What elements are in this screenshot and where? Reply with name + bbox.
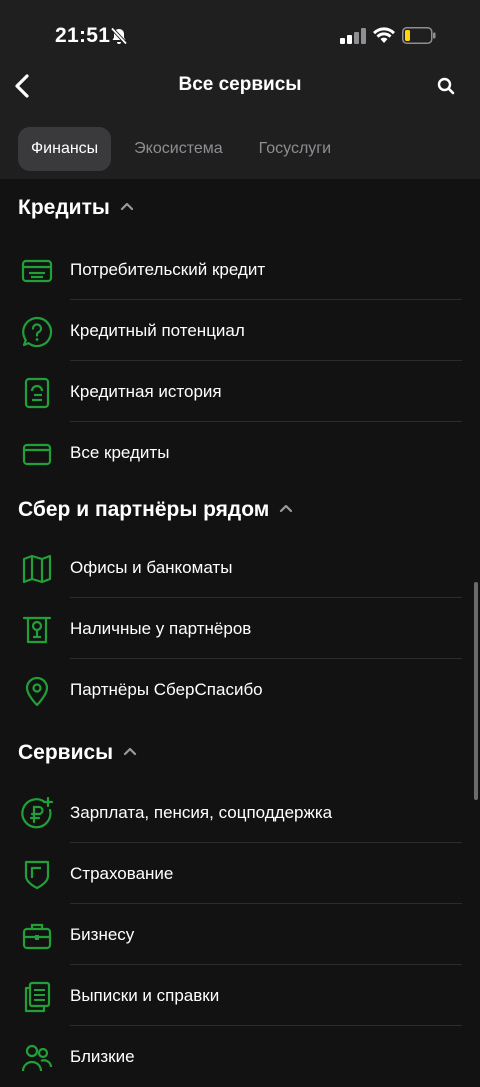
list-item-label: Близкие <box>70 1047 135 1066</box>
document-icon <box>24 377 50 409</box>
list-item-label: Зарплата, пенсия, соцподдержка <box>70 803 333 822</box>
signal-icon <box>340 28 366 44</box>
status-time: 21:51 <box>55 24 111 47</box>
tab-gosuslugi[interactable]: Госуслуги <box>246 127 344 171</box>
ruble-plus-icon <box>21 797 54 829</box>
list-item-offices-atms[interactable]: Офисы и банкоматы <box>0 537 480 598</box>
chevron-up-icon <box>280 505 293 513</box>
list-item-label: Страхование <box>70 864 174 883</box>
briefcase-icon <box>22 923 52 950</box>
section-header-nearby[interactable]: Сбер и партнёры рядом <box>0 483 480 537</box>
tab-finance[interactable]: Финансы <box>18 127 112 171</box>
chevron-up-icon <box>120 203 133 211</box>
list-item-partner-cash[interactable]: Наличные у партнёров <box>0 598 480 659</box>
list-item-all-credits[interactable]: Все кредиты <box>0 422 480 483</box>
tab-ecosystem[interactable]: Экосистема <box>121 127 235 171</box>
list-item-label: Партнёры СберСпасибо <box>70 680 263 699</box>
list-item-label: Наличные у партнёров <box>70 619 252 638</box>
list-item-label: Бизнесу <box>70 925 135 944</box>
scrollbar[interactable] <box>474 582 478 800</box>
chevron-up-icon <box>124 748 137 756</box>
category-tabs: Финансы Экосистема Госуслуги <box>18 127 354 171</box>
wifi-icon <box>373 27 395 43</box>
list-item-label: Офисы и банкоматы <box>70 558 233 577</box>
nav-bar: Все сервисы <box>0 60 480 112</box>
services-list: Кредиты Потребительский кредит Кредитный… <box>0 179 480 1087</box>
list-item-statements[interactable]: Выписки и справки <box>0 965 480 1026</box>
wallet-icon <box>22 443 52 466</box>
top-bar: 21:51 Все сервисы Финансы Экосистема Гос… <box>0 0 480 179</box>
list-item-label: Кредитная история <box>70 382 222 401</box>
list-item-business[interactable]: Бизнесу <box>0 904 480 965</box>
page-title: Все сервисы <box>178 74 302 95</box>
list-item-label: Кредитный потенциал <box>70 321 245 340</box>
card-icon <box>21 259 53 283</box>
list-item-label: Все кредиты <box>70 443 170 462</box>
list-item-insurance[interactable]: Страхование <box>0 843 480 904</box>
section-title: Сервисы <box>18 741 114 764</box>
list-item-label: Выписки и справки <box>70 986 220 1005</box>
search-icon[interactable] <box>436 76 456 96</box>
section-title: Сбер и партнёры рядом <box>18 498 270 521</box>
location-pin-icon <box>25 676 49 707</box>
list-item-credit-potential[interactable]: Кредитный потенциал <box>0 300 480 361</box>
bell-muted-icon <box>110 27 128 45</box>
battery-low-icon <box>402 27 436 44</box>
question-bubble-icon <box>22 316 53 348</box>
section-title: Кредиты <box>18 196 110 219</box>
section-header-credits[interactable]: Кредиты <box>0 179 480 239</box>
list-item-credit-history[interactable]: Кредитная история <box>0 361 480 422</box>
map-icon <box>22 554 52 584</box>
list-item-consumer-credit[interactable]: Потребительский кредит <box>0 239 480 300</box>
shield-icon <box>24 860 50 890</box>
documents-icon <box>24 981 51 1013</box>
people-icon <box>21 1044 53 1072</box>
list-item-label: Потребительский кредит <box>70 260 266 279</box>
atm-cash-icon <box>22 616 52 644</box>
list-item-salary-pension[interactable]: Зарплата, пенсия, соцподдержка <box>0 782 480 843</box>
section-header-services[interactable]: Сервисы <box>0 720 480 782</box>
list-item-relatives[interactable]: Близкие <box>0 1026 480 1087</box>
list-item-sberspasibo-partners[interactable]: Партнёры СберСпасибо <box>0 659 480 720</box>
